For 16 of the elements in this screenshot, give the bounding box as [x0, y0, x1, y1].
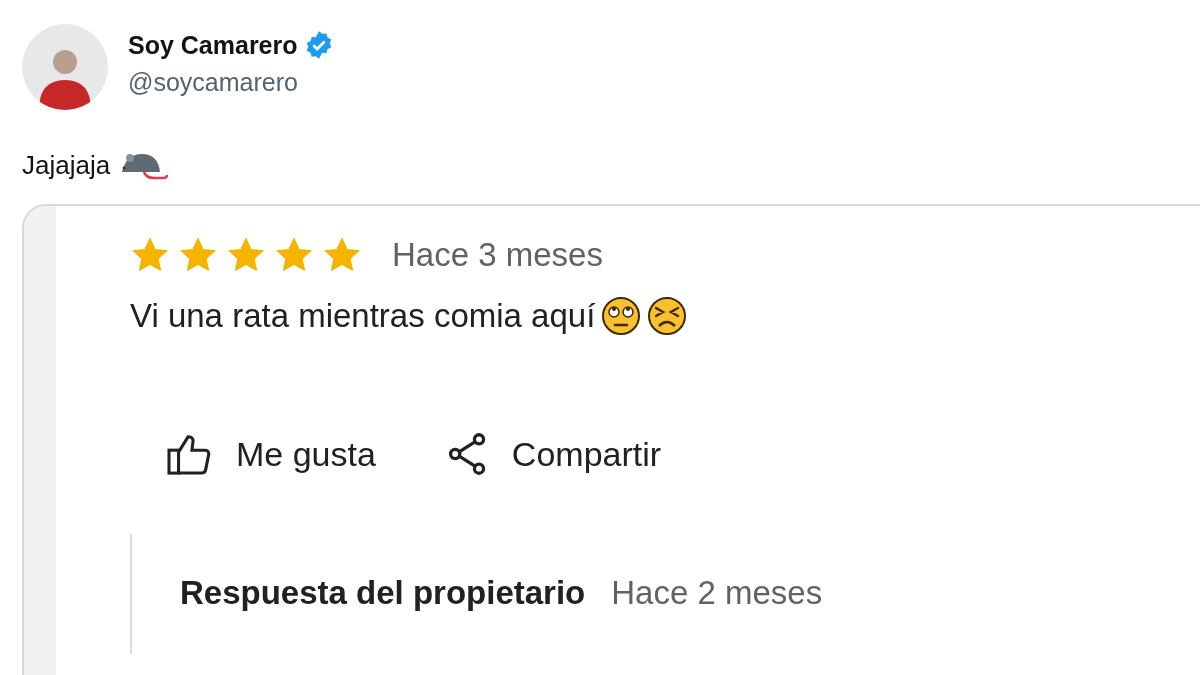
filled-star-icon — [178, 236, 218, 274]
like-button[interactable]: Me gusta — [166, 432, 376, 476]
share-button[interactable]: Compartir — [445, 432, 662, 476]
filled-star-icon — [274, 236, 314, 274]
filled-star-icon — [130, 236, 170, 274]
author-name[interactable]: Soy Camarero — [128, 30, 298, 60]
angry-face-icon — [647, 296, 688, 336]
review-text: Vi una rata mientras comia aquí — [130, 297, 596, 335]
reply-time: Hace 2 meses — [611, 574, 823, 612]
eye-roll-face-icon — [601, 296, 642, 336]
review-time: Hace 3 meses — [392, 236, 603, 274]
author-handle[interactable]: @soycamarero — [128, 68, 334, 97]
filled-star-icon — [226, 236, 266, 274]
post-text: Jajajaja — [22, 149, 111, 181]
filled-star-icon — [322, 236, 362, 274]
reply-title: Respuesta del propietario — [180, 574, 586, 612]
